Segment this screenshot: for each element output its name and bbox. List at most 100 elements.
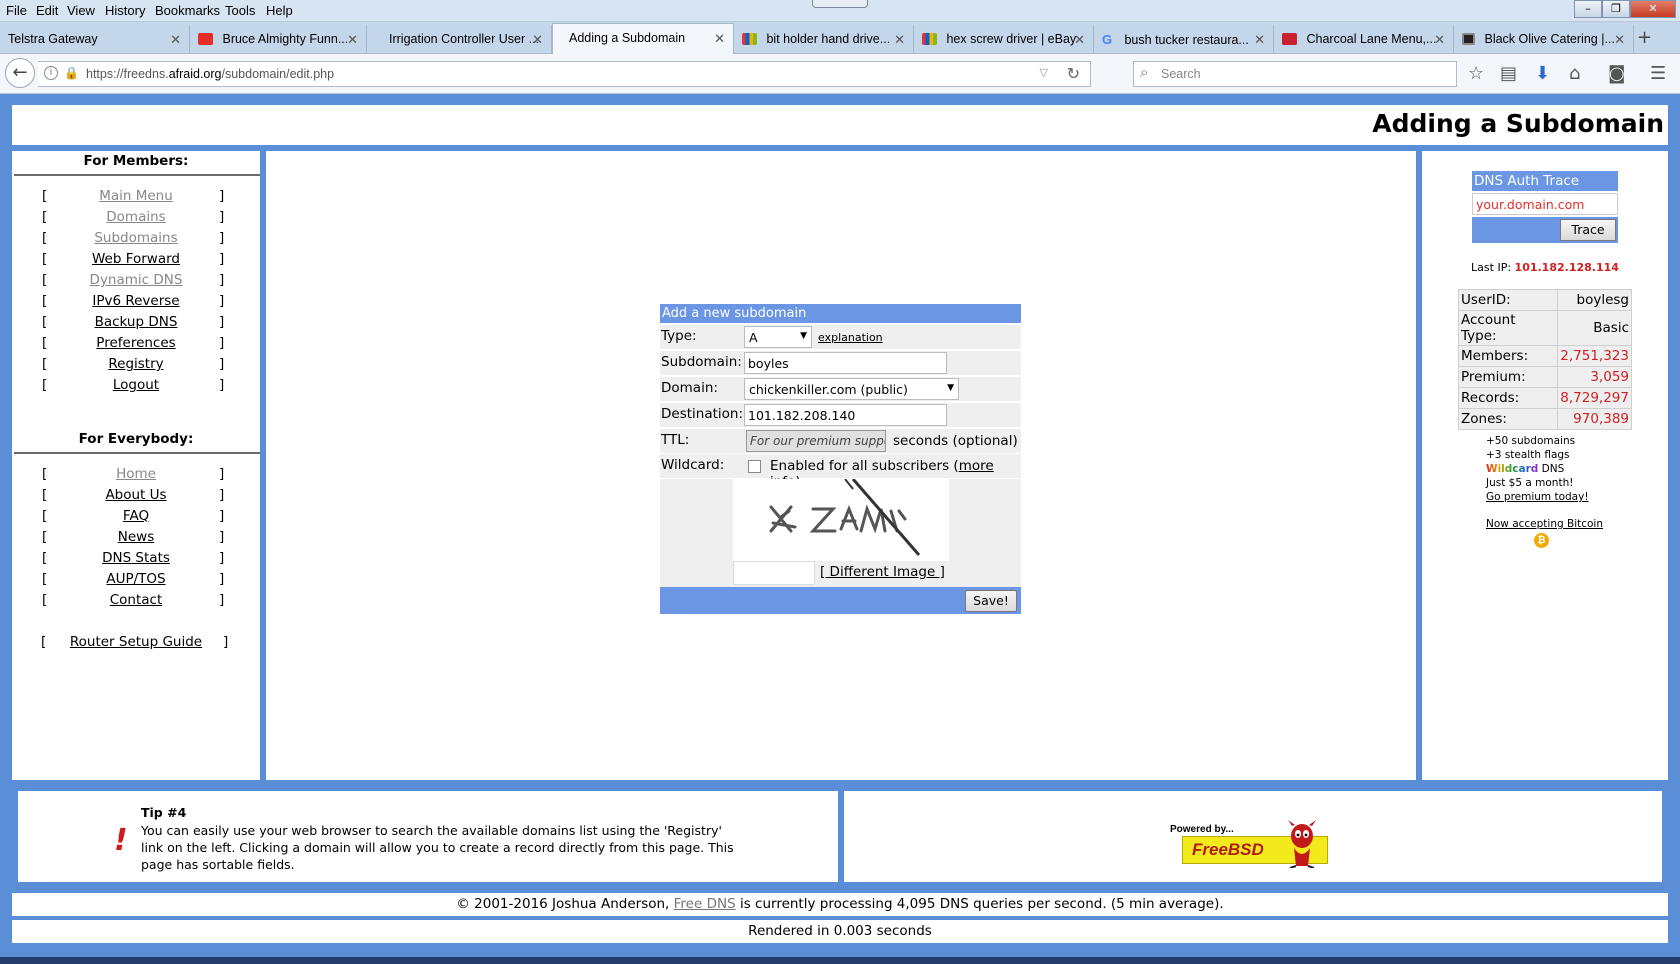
close-tab-icon[interactable]: ✕ (894, 32, 905, 48)
tab-item[interactable]: Irrigation Controller User ... ✕ (367, 25, 552, 54)
left-sidebar: For Members: [Main Menu] [Domains] [Subd… (12, 151, 260, 780)
subdomain-input[interactable]: boyles (744, 352, 947, 374)
youtube-icon (198, 33, 213, 45)
save-button[interactable]: Save! (965, 590, 1017, 612)
url-dropdown-icon[interactable]: ▽ (1040, 66, 1048, 79)
hamburger-menu-icon[interactable]: ☰ (1650, 63, 1666, 84)
close-tab-icon[interactable]: ✕ (1434, 32, 1445, 48)
bitcoin-link[interactable]: Now accepting Bitcoin (1486, 518, 1603, 530)
tab-item[interactable]: Charcoal Lane Menu,... ✕ (1274, 25, 1454, 54)
sidebar-item-home: [Home] (42, 466, 225, 482)
trace-bar: Trace (1472, 217, 1618, 243)
close-tab-icon[interactable]: ✕ (532, 32, 543, 48)
address-bar[interactable]: i 🔒 https://freedns.afraid.org/subdomain… (38, 61, 1091, 87)
maximize-button[interactable]: ❐ (1602, 0, 1630, 18)
tab-active[interactable]: Adding a Subdomain ✕ (552, 23, 734, 55)
menu-view[interactable]: View (67, 3, 95, 18)
go-premium-link[interactable]: Go premium today! (1486, 490, 1589, 504)
site-icon (1462, 33, 1475, 45)
menu-tools[interactable]: Tools (225, 3, 255, 18)
last-ip-value: 101.182.128.114 (1514, 261, 1619, 274)
tab-label: Telstra Gateway (8, 32, 98, 46)
powered-by-label: Powered by... (1170, 824, 1234, 835)
new-tab-button[interactable]: + (1637, 27, 1652, 48)
window-grab-handle[interactable] (812, 0, 868, 8)
wildcard-checkbox[interactable] (748, 460, 761, 473)
premium-promo: +50 subdomains +3 stealth flags Wildcard… (1486, 435, 1589, 504)
free-dns-link[interactable]: Free DNS (674, 896, 736, 912)
sidebar-item-logout: [Logout] (42, 377, 225, 393)
freebsd-logo[interactable]: Powered by... FreeBSD (1170, 820, 1330, 870)
close-tab-icon[interactable]: ✕ (170, 32, 181, 48)
lock-icon[interactable]: 🔒 (64, 66, 79, 80)
sidebar-item-faq: [FAQ] (42, 508, 225, 524)
menu-bookmarks[interactable]: Bookmarks (155, 3, 220, 18)
sidebar-item-contact: [Contact] (42, 592, 225, 608)
destination-cell: 101.182.208.140 (744, 403, 1021, 427)
powered-by-box: Powered by... FreeBSD (844, 791, 1662, 882)
window-controls: – ❐ ✕ (1574, 0, 1676, 18)
close-tab-icon[interactable]: ✕ (714, 31, 725, 47)
type-select[interactable]: A ▼ (744, 326, 812, 348)
pocket-icon[interactable]: ◙ (1608, 63, 1625, 84)
captcha-input[interactable] (733, 561, 815, 585)
download-icon[interactable]: ⬇ (1535, 63, 1550, 84)
form-heading: Add a new subdomain (660, 304, 1021, 323)
freebsd-name: FreeBSD (1192, 840, 1264, 859)
tab-label: Bruce Almighty Funn... (222, 32, 349, 46)
reading-list-icon[interactable]: ▤ (1500, 63, 1517, 84)
tab-label: bush tucker restaura... (1124, 33, 1249, 47)
tab-item[interactable]: bit holder hand drive... ✕ (734, 25, 914, 54)
exclamation-icon: ! (114, 823, 128, 858)
tab-item[interactable]: Telstra Gateway ✕ (0, 25, 190, 54)
search-input[interactable]: ⌕ Search (1133, 61, 1457, 87)
tab-label: Charcoal Lane Menu,... (1306, 32, 1437, 46)
tab-item[interactable]: Bruce Almighty Funn... ✕ (190, 25, 367, 54)
trace-input[interactable]: your.domain.com (1472, 193, 1618, 215)
different-image-link[interactable]: [ Different Image ] (820, 564, 945, 580)
os-taskbar (0, 957, 1680, 964)
menu-bar: File Edit View History Bookmarks Tools H… (0, 0, 1680, 22)
page-title: Adding a Subdomain (1372, 109, 1664, 138)
everybody-heading: For Everybody: (78, 431, 194, 447)
sidebar-item-subdomains: [Subdomains] (42, 230, 225, 246)
destination-input[interactable]: 101.182.208.140 (744, 404, 947, 426)
home-icon[interactable]: ⌂ (1569, 63, 1580, 84)
members-heading: For Members: (83, 153, 189, 169)
close-tab-icon[interactable]: ✕ (1614, 32, 1625, 48)
sidebar-item-preferences: [Preferences] (42, 335, 225, 351)
bookmark-star-icon[interactable]: ☆ (1468, 63, 1484, 84)
minimize-button[interactable]: – (1574, 0, 1602, 18)
save-row: Save! (660, 587, 1021, 614)
tab-item[interactable]: G bush tucker restaura... ✕ (1094, 25, 1274, 54)
close-window-button[interactable]: ✕ (1630, 0, 1676, 18)
tip-box: ! Tip #4 You can easily use your web bro… (18, 791, 838, 882)
dropdown-arrow-icon: ▼ (800, 331, 807, 341)
close-tab-icon[interactable]: ✕ (1254, 32, 1265, 48)
divider (14, 452, 260, 454)
page-header: Adding a Subdomain (12, 105, 1668, 145)
menu-history[interactable]: History (105, 3, 145, 18)
reload-icon[interactable]: ↻ (1067, 64, 1080, 84)
trace-button[interactable]: Trace (1560, 219, 1616, 241)
domain-select[interactable]: chickenkiller.com (public) ▼ (744, 378, 959, 400)
tab-item[interactable]: Black Olive Catering |... ✕ (1454, 25, 1634, 54)
menu-file[interactable]: File (6, 3, 27, 18)
explanation-link[interactable]: explanation (818, 331, 883, 344)
trace-heading: DNS Auth Trace (1472, 171, 1618, 191)
close-tab-icon[interactable]: ✕ (347, 32, 358, 48)
ttl-suffix: seconds (optional) (893, 433, 1018, 449)
menu-help[interactable]: Help (266, 3, 293, 18)
menu-edit[interactable]: Edit (36, 3, 58, 18)
info-icon[interactable]: i (44, 66, 58, 80)
table-row: Zones: 970,389 (1457, 408, 1632, 430)
destination-label: Destination: (660, 403, 744, 427)
copyright-footer: © 2001-2016 Joshua Anderson, Free DNS is… (12, 893, 1668, 916)
close-tab-icon[interactable]: ✕ (1074, 32, 1085, 48)
sidebar-item-ipv6-reverse: [IPv6 Reverse] (42, 293, 225, 309)
freebsd-daemon-icon (1288, 820, 1316, 868)
back-button[interactable]: ← (5, 58, 35, 88)
dns-auth-trace: DNS Auth Trace your.domain.com Trace (1472, 171, 1618, 243)
url-text: https://freedns.afraid.org/subdomain/edi… (86, 67, 335, 81)
tab-item[interactable]: hex screw driver | eBay ✕ (914, 25, 1094, 54)
